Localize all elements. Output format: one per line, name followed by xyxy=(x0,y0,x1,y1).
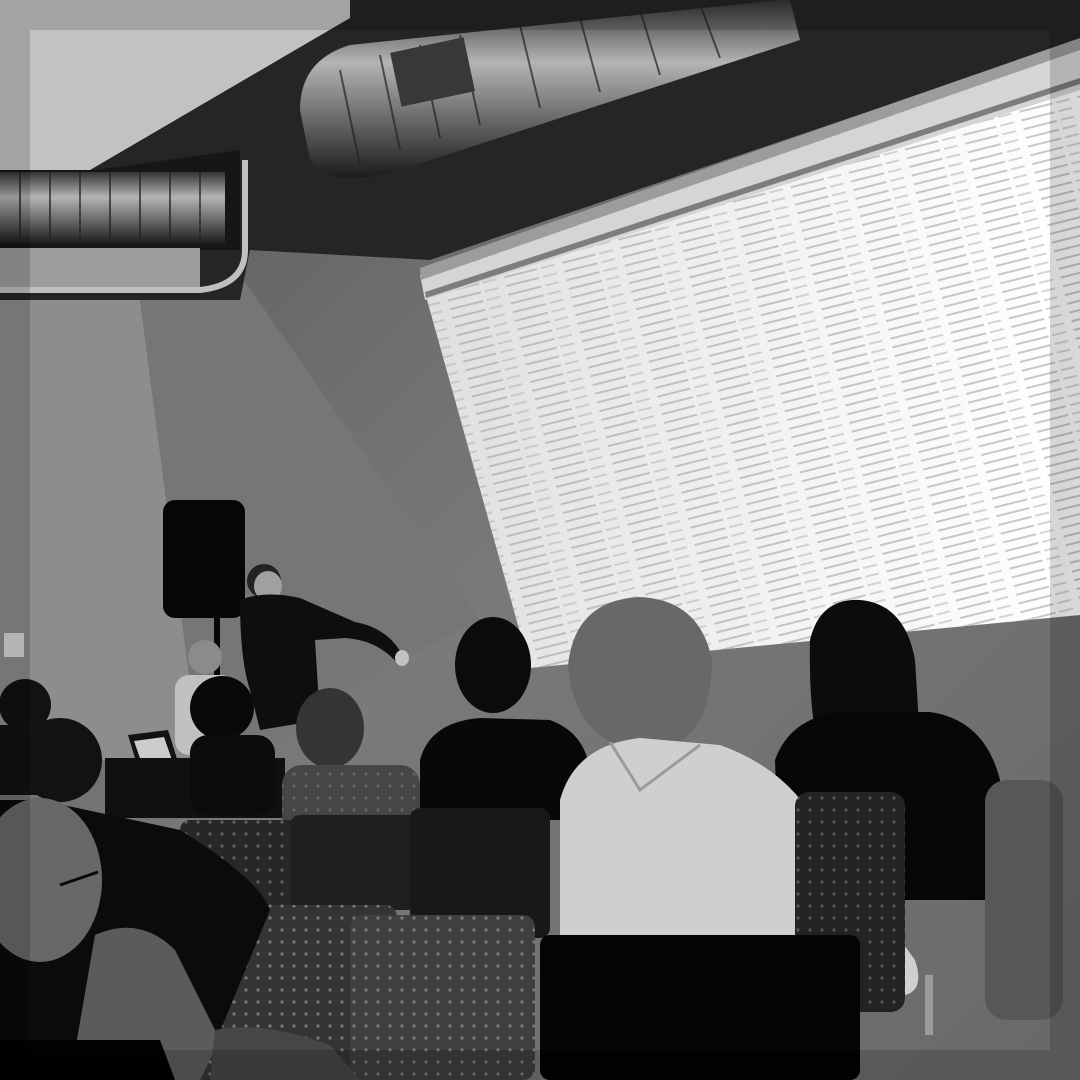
scene-svg xyxy=(0,0,1080,1080)
